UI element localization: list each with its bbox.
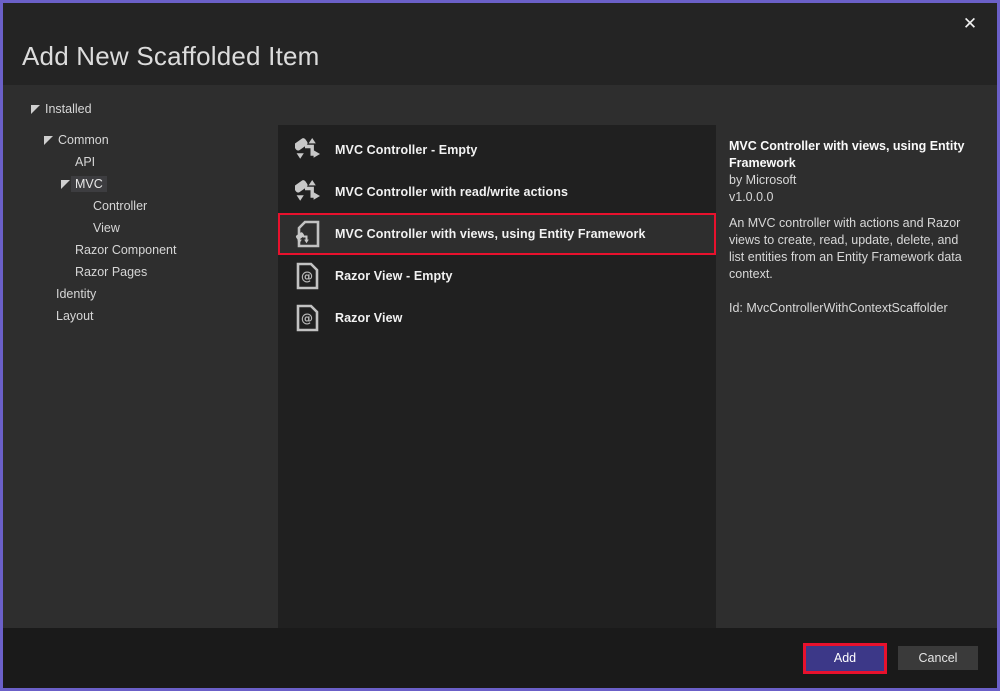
svg-text:@: @ <box>301 312 313 326</box>
details-panel: MVC Controller with views, using Entity … <box>716 85 997 628</box>
tree-item-identity[interactable]: Identity <box>3 283 278 305</box>
details-author: by Microsoft <box>729 172 971 189</box>
list-item-razor-view[interactable]: @ Razor View <box>278 297 716 339</box>
tree-item-label: API <box>75 155 95 169</box>
tree-item-layout[interactable]: Layout <box>3 305 278 327</box>
tree-item-mvc[interactable]: MVC <box>3 173 278 195</box>
razor-view-icon: @ <box>294 262 322 290</box>
details-id: Id: MvcControllerWithContextScaffolder <box>729 300 971 317</box>
footer-bar: Add Cancel <box>3 628 997 688</box>
cancel-button[interactable]: Cancel <box>898 646 978 670</box>
details-title: MVC Controller with views, using Entity … <box>729 138 971 172</box>
mvc-controller-ef-icon <box>294 220 322 248</box>
expander-icon <box>31 105 45 114</box>
razor-view-icon: @ <box>294 304 322 332</box>
details-version: v1.0.0.0 <box>729 189 971 206</box>
list-item-label: MVC Controller with read/write actions <box>335 185 568 199</box>
list-item-mvc-controller-empty[interactable]: MVC Controller - Empty <box>278 129 716 171</box>
tree-item-label: Identity <box>56 287 96 301</box>
list-item-label: MVC Controller - Empty <box>335 143 477 157</box>
tree-item-controller[interactable]: Controller <box>3 195 278 217</box>
list-item-mvc-controller-readwrite[interactable]: MVC Controller with read/write actions <box>278 171 716 213</box>
tree-item-label: MVC <box>71 176 107 192</box>
details-description: An MVC controller with actions and Razor… <box>729 215 971 283</box>
template-list: MVC Controller - Empty MVC Controller wi… <box>278 125 716 628</box>
svg-text:@: @ <box>301 270 313 284</box>
list-item-label: Razor View <box>335 311 402 325</box>
tree-item-label: Razor Component <box>75 243 176 257</box>
add-button[interactable]: Add <box>803 643 887 674</box>
tree-item-razor-pages[interactable]: Razor Pages <box>3 261 278 283</box>
tree-item-label: Layout <box>56 309 94 323</box>
mvc-controller-icon <box>294 136 322 164</box>
tree-item-razor-component[interactable]: Razor Component <box>3 239 278 261</box>
list-item-mvc-controller-ef[interactable]: MVC Controller with views, using Entity … <box>278 213 716 255</box>
tree-item-label: Installed <box>45 102 92 116</box>
expander-icon <box>44 136 58 145</box>
mvc-controller-icon <box>294 178 322 206</box>
tree-item-label: Controller <box>93 199 147 213</box>
list-item-label: MVC Controller with views, using Entity … <box>335 227 646 241</box>
list-item-razor-view-empty[interactable]: @ Razor View - Empty <box>278 255 716 297</box>
tree-item-label: Razor Pages <box>75 265 147 279</box>
tree-item-view[interactable]: View <box>3 217 278 239</box>
close-icon[interactable]: ✕ <box>955 9 985 39</box>
tree-item-label: Common <box>58 133 109 147</box>
tree-item-label: View <box>93 221 120 235</box>
category-tree: Installed Common API MVC Controller View… <box>3 98 278 327</box>
tree-item-api[interactable]: API <box>3 151 278 173</box>
dialog-title: Add New Scaffolded Item <box>22 41 320 72</box>
add-new-scaffolded-item-dialog: Add New Scaffolded Item ✕ Installed Comm… <box>0 0 1000 691</box>
tree-item-installed[interactable]: Installed <box>3 98 278 120</box>
tree-item-common[interactable]: Common <box>3 129 278 151</box>
titlebar: Add New Scaffolded Item ✕ <box>3 3 997 85</box>
list-item-label: Razor View - Empty <box>335 269 453 283</box>
